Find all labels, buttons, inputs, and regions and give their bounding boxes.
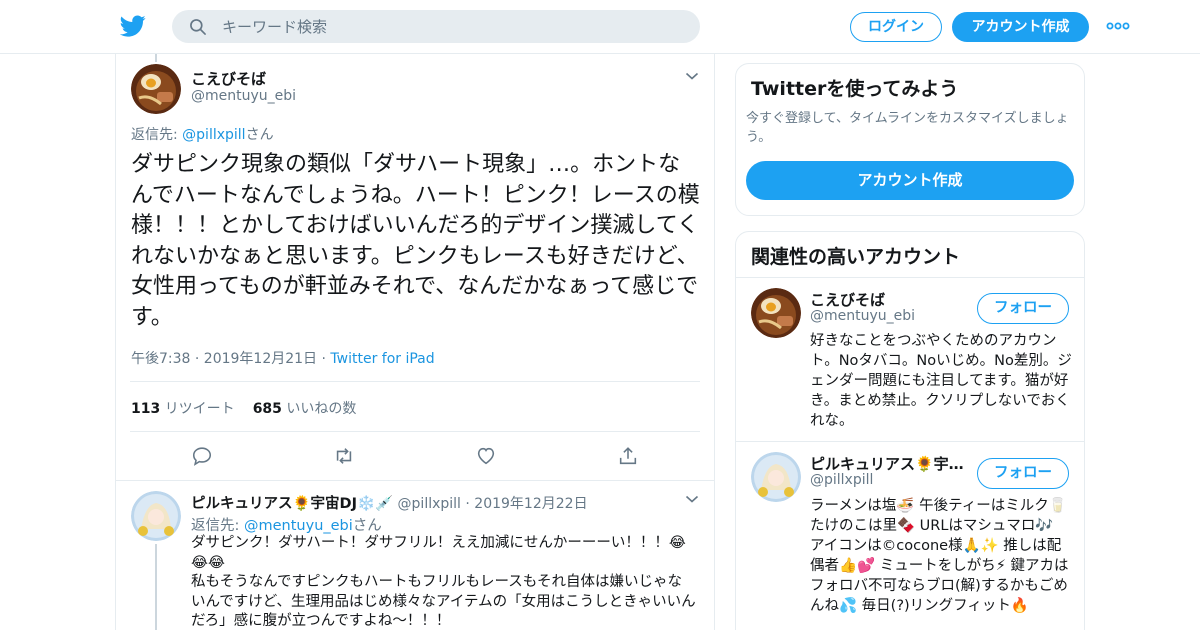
- chevron-down-icon[interactable]: [685, 494, 699, 504]
- reply-to-handle-link[interactable]: @pillxpill: [182, 127, 245, 143]
- share-icon[interactable]: [617, 445, 639, 467]
- signup-card-title: Twitterを使ってみよう: [751, 78, 959, 100]
- avatar[interactable]: [131, 491, 181, 541]
- account-bio: 好きなことをつぶやくためのアカウント。Noタバコ。Noいじめ。No差別。ジェンダ…: [810, 333, 1072, 429]
- reply-header: ピルキュリアス🌻宇宙DJ❄️💉 @pillxpill · 2019年12月22日: [191, 492, 588, 513]
- retweet-count[interactable]: 113: [131, 401, 160, 417]
- tweet-timestamp: 午後7:38 · 2019年12月21日 · Twitter for iPad: [131, 348, 435, 368]
- signup-button[interactable]: アカウント作成: [952, 12, 1089, 42]
- reply-prefix: 返信先:: [191, 518, 244, 534]
- account-handle[interactable]: @mentuyu_ebi: [810, 308, 915, 324]
- reply-to-line: 返信先: @pillxpillさん: [131, 124, 274, 144]
- thread-line: [155, 544, 157, 630]
- reply-text-line: ダサピンク！ダサハート！ダサフリル！ええ加減にせんかーーーい！！！😂😂😂: [191, 535, 686, 571]
- like-count[interactable]: 685: [253, 401, 282, 417]
- reply-text: ダサピンク！ダサハート！ダサフリル！ええ加減にせんかーーーい！！！😂😂😂 私もそ…: [191, 534, 696, 630]
- reply-icon[interactable]: [191, 445, 213, 467]
- divider: [736, 277, 1084, 278]
- tweet-time[interactable]: 午後7:38 · 2019年12月21日 ·: [131, 351, 330, 367]
- author-name[interactable]: こえびそば: [191, 68, 266, 89]
- login-button[interactable]: ログイン: [850, 12, 942, 42]
- account-bio: ラーメンは塩🍜 午後ティーはミルク🥛 たけのこは里🍫 URLはマシュマロ🎶 アイ…: [810, 498, 1069, 614]
- avatar[interactable]: [751, 288, 801, 338]
- reply-text-line: 私もそうなんですピンクもハートもフリルもレースもそれ自体は嫌いじゃないんですけど…: [191, 574, 696, 629]
- tweet-stats: 113 リツイート 685 いいねの数: [131, 398, 356, 418]
- related-accounts-card: 関連性の高いアカウント こえびそば @mentuyu_ebi フォロー 好きなこ…: [735, 231, 1085, 630]
- follow-button[interactable]: フォロー: [977, 458, 1069, 489]
- retweet-label[interactable]: リツイート: [165, 401, 235, 417]
- thread-line: [155, 54, 157, 62]
- like-label[interactable]: いいねの数: [286, 401, 356, 417]
- top-bar: ログイン アカウント作成: [0, 0, 1200, 54]
- anime-avatar-image: [751, 452, 801, 502]
- account-handle[interactable]: @pillxpill: [810, 472, 873, 488]
- author-handle[interactable]: @pillxpill: [398, 496, 461, 512]
- signup-card: Twitterを使ってみよう 今すぐ登録して、タイムラインをカスタマイズしましょ…: [735, 63, 1085, 216]
- related-accounts-title: 関連性の高いアカウント: [751, 246, 961, 268]
- search-input[interactable]: [222, 10, 682, 43]
- signup-card-button[interactable]: アカウント作成: [746, 161, 1074, 200]
- avatar[interactable]: [751, 452, 801, 502]
- account-name[interactable]: こえびそば: [810, 289, 885, 310]
- reply-suffix: さん: [352, 518, 382, 534]
- follow-button[interactable]: フォロー: [977, 293, 1069, 324]
- reply-to-handle-link[interactable]: @mentuyu_ebi: [244, 518, 353, 534]
- ramen-avatar-image: [131, 64, 181, 114]
- reply-to-line: 返信先: @mentuyu_ebiさん: [191, 514, 382, 535]
- signup-card-text: 今すぐ登録して、タイムラインをカスタマイズしましょう。: [746, 111, 1069, 145]
- account-name[interactable]: ピルキュリアス🌻宇…: [810, 453, 964, 474]
- reply-prefix: 返信先:: [131, 127, 183, 143]
- reply-suffix: さん: [245, 127, 274, 143]
- twitter-bird-icon[interactable]: [120, 13, 146, 39]
- tweet-text: ダサピンク現象の類似「ダサハート現象」…。ホントなんでハートなんでしょうね。ハー…: [131, 152, 700, 330]
- divider: [130, 381, 700, 382]
- ramen-avatar-image: [751, 288, 801, 338]
- heart-icon[interactable]: [475, 445, 497, 467]
- author-name[interactable]: ピルキュリアス🌻宇宙DJ❄️💉: [191, 496, 393, 512]
- more-dots-icon[interactable]: [1106, 17, 1130, 35]
- author-handle[interactable]: @mentuyu_ebi: [191, 88, 296, 104]
- search-icon: [190, 19, 206, 35]
- retweet-icon[interactable]: [333, 445, 355, 467]
- main-timeline: こえびそば @mentuyu_ebi 返信先: @pillxpillさん ダサピ…: [115, 54, 715, 630]
- divider: [116, 480, 714, 481]
- tweet-date[interactable]: · 2019年12月22日: [465, 496, 587, 512]
- avatar[interactable]: [131, 64, 181, 114]
- divider: [736, 441, 1084, 442]
- chevron-down-icon[interactable]: [685, 71, 699, 81]
- divider: [130, 431, 700, 432]
- search-bar[interactable]: [172, 10, 700, 43]
- tweet-source-link[interactable]: Twitter for iPad: [330, 351, 434, 367]
- anime-avatar-image: [131, 491, 181, 541]
